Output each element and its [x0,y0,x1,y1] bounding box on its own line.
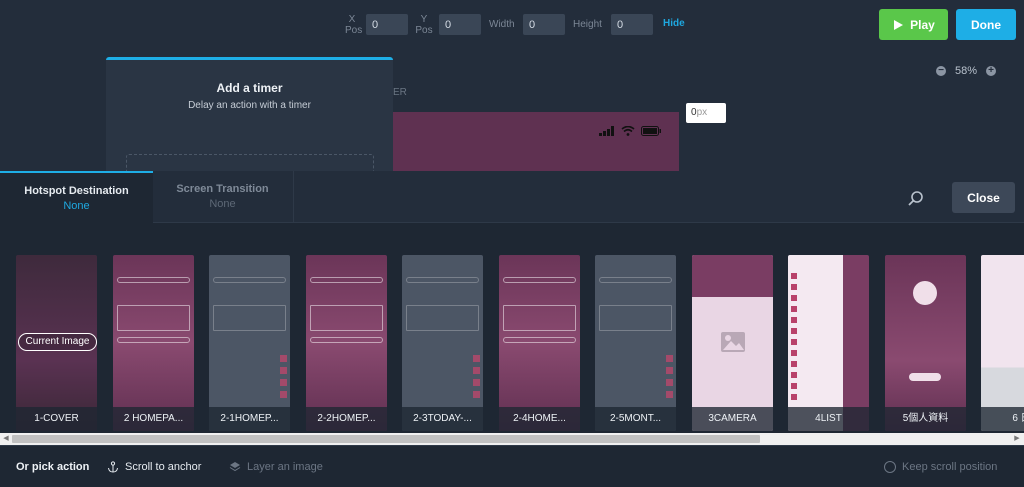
screen-thumbnail[interactable]: 3CAMERA [692,255,773,431]
scroll-left-icon[interactable]: ◀ [2,435,10,443]
screen-preview [402,255,483,431]
screen-thumbnails: Current Image 1-COVER 2 HOMEPA... 2-1HOMEP.… [0,223,1024,433]
anchor-icon [108,461,118,473]
screen-thumbnail[interactable]: 4LIST [788,255,869,431]
tab-value: None [209,198,236,210]
tab-divider [293,171,294,223]
play-icon [894,19,904,30]
screen-thumbnail[interactable]: 2 HOMEPA... [113,255,194,431]
screen-preview [595,255,676,431]
screen-preview [306,255,387,431]
current-image-badge: Current Image [18,333,97,351]
height-input[interactable] [611,14,653,35]
play-button[interactable]: Play [879,9,948,40]
screen-preview [788,255,869,431]
screen-label: 2-2HOMEP... [306,407,387,431]
px-input[interactable]: 0px [686,103,726,123]
layers-icon [229,462,241,472]
scroll-to-anchor-button[interactable]: Scroll to anchor [107,461,201,473]
tab-value: None [63,200,90,212]
screen-thumbnail[interactable]: 2-4HOME... [499,255,580,431]
canvas-label: ER [393,87,407,98]
tab-screen-transition[interactable]: Screen Transition None [146,171,299,223]
wifi-icon [621,126,635,136]
done-button[interactable]: Done [956,9,1016,40]
x-pos-label: X Pos [345,14,363,36]
screen-thumbnail[interactable]: Current Image 1-COVER [16,255,97,431]
y-pos-label: Y Pos [415,14,433,36]
tab-title: Screen Transition [176,183,269,195]
screen-label: 2-1HOMEP... [209,407,290,431]
battery-icon [641,126,661,136]
x-pos-input[interactable] [366,14,408,35]
screen-label: 4LIST [788,407,869,431]
play-label: Play [910,17,935,32]
tab-hotspot-destination[interactable]: Hotspot Destination None [0,171,153,223]
screen-preview [113,255,194,431]
screen-preview [885,255,966,431]
scroll-right-icon[interactable]: ▶ [1013,435,1021,443]
screen-label: 3CAMERA [692,407,773,431]
search-icon[interactable] [906,189,926,209]
screen-thumbnail[interactable]: 2-5MONT... [595,255,676,431]
timer-title: Add a timer [216,81,283,95]
screen-label: 2-3TODAY-... [402,407,483,431]
width-input[interactable] [523,14,565,35]
pos-label: Pos [415,25,433,36]
phone-preview [393,112,679,171]
screen-preview [209,255,290,431]
status-bar-icons [599,126,661,136]
y-label: Y [420,14,428,25]
keep-scroll-position-label: Keep scroll position [902,461,998,473]
screen-thumbnail[interactable]: 5個人資料 [885,255,966,431]
screen-preview [499,255,580,431]
y-pos-input[interactable] [439,14,481,35]
canvas-area: − 58% + ER 0px Add a timer Delay an acti… [0,50,1024,171]
screen-thumbnail[interactable]: 6 日 [981,255,1024,431]
screen-label: 5個人資料 [885,407,966,431]
hide-link[interactable]: Hide [663,18,685,29]
keep-scroll-position-toggle[interactable]: Keep scroll position [884,461,997,473]
screen-label: 6 日 [981,407,1024,431]
signal-icon [599,126,614,136]
zoom-in-icon[interactable]: + [986,66,997,76]
close-button[interactable]: Close [952,182,1015,213]
screen-label: 2-4HOME... [499,407,580,431]
zoom-level: 58% [955,65,978,77]
screen-label: 2-5MONT... [595,407,676,431]
width-label: Width [489,19,515,30]
zoom-control: − 58% + [936,65,997,77]
screen-preview [981,255,1024,431]
timer-dropzone[interactable] [126,154,374,171]
screen-thumbnail[interactable]: 2-3TODAY-... [402,255,483,431]
screen-thumbnail[interactable]: 2-2HOMEP... [306,255,387,431]
layer-an-image-button[interactable]: Layer an image [229,461,323,473]
screen-label: 1-COVER [16,407,97,431]
scroll-to-anchor-label: Scroll to anchor [125,461,202,473]
horizontal-scrollbar[interactable]: ◀ ▶ [0,433,1024,445]
height-label: Height [573,19,602,30]
add-timer-panel[interactable]: Add a timer Delay an action with a timer [106,57,393,171]
scroll-thumb[interactable] [12,435,760,443]
zoom-out-icon[interactable]: − [936,66,946,76]
top-toolbar: X Pos Y Pos Width Height Hide Play Done [0,0,1024,50]
pos-label: Pos [345,25,363,36]
screen-preview [692,255,773,431]
x-label: X [348,14,356,25]
tab-title: Hotspot Destination [24,185,129,197]
timer-subtitle: Delay an action with a timer [188,100,311,111]
or-pick-action-label: Or pick action [16,461,90,473]
radio-icon[interactable] [884,461,896,473]
layer-an-image-label: Layer an image [247,461,323,473]
screen-thumbnail[interactable]: 2-1HOMEP... [209,255,290,431]
tabs-bar: Hotspot Destination None Screen Transiti… [0,171,1024,223]
action-bar: Or pick action Scroll to anchor Layer an… [0,445,1024,487]
destination-panel: Hotspot Destination None Screen Transiti… [0,171,1024,487]
px-unit: px [696,107,708,118]
screen-label: 2 HOMEPA... [113,407,194,431]
